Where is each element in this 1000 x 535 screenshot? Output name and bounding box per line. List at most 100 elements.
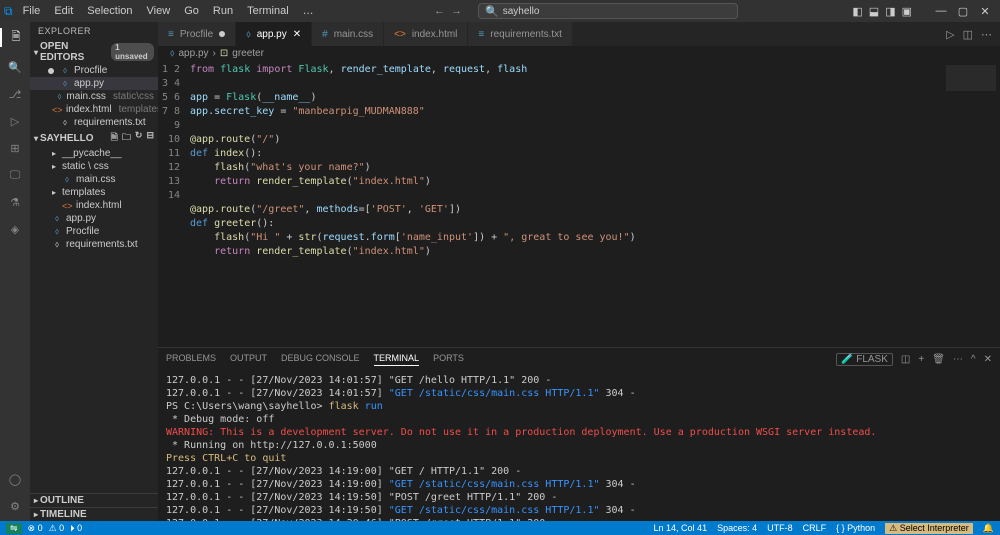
activity-bar: 🗎 🔍 ⎇ ▷ ⊞ 🖵 ⚗ ◈ ◯ ⚙ [0,22,30,521]
file-item[interactable]: ⬨requirements.txt [30,238,158,251]
folder-item[interactable]: ▸__pycache__ [30,147,158,160]
panel-tab-output[interactable]: OUTPUT [230,353,267,366]
open-editor-item[interactable]: ⬨Procfile [30,64,158,77]
menu-run[interactable]: Run [207,3,239,19]
language-mode[interactable]: { } Python [836,523,875,533]
ports-count[interactable]: ⏵ 0 [70,523,82,534]
folder-item[interactable]: ▸static \ css [30,160,158,173]
indentation[interactable]: Spaces: 4 [717,523,757,533]
close-icon[interactable]: ✕ [974,5,996,18]
titlebar: ⧉ FileEditSelectionViewGoRunTerminal… ← … [0,0,1000,22]
more-icon[interactable]: ⋯ [981,28,992,41]
nav-forward-icon[interactable]: → [451,5,462,17]
open-editor-item[interactable]: ⬨app.py [30,77,158,90]
extensions-icon[interactable]: ⊞ [10,142,19,155]
editor[interactable]: 1 2 3 4 5 6 7 8 9 10 11 12 13 14 from fl… [158,61,1000,347]
new-folder-icon[interactable]: 🗀 [122,130,131,146]
outline-header[interactable]: ▸OUTLINE [30,493,158,507]
file-icon: ⬨ [52,213,62,224]
testing-icon[interactable]: ⚗ [10,196,20,209]
chevron-icon: ▸ [52,149,56,158]
terminal-output[interactable]: 127.0.0.1 - - [27/Nov/2023 14:01:57] "GE… [158,370,1000,521]
more-terminal-icon[interactable]: ⋯ [953,354,963,365]
open-editor-item[interactable]: ⬨requirements.txt [30,116,158,129]
search-activity-icon[interactable]: 🔍 [8,61,22,74]
eol[interactable]: CRLF [803,523,827,533]
panel-tab-terminal[interactable]: TERMINAL [374,353,420,366]
code-content[interactable]: from flask import Flask, render_template… [190,61,940,347]
modified-dot-icon [48,68,54,74]
layout-bottom-icon[interactable]: ⬓ [869,5,879,18]
explorer-icon[interactable]: 🗎 [0,28,30,47]
folder-header[interactable]: ▾ SAYHELLO 🗎 🗀 ↻ ⊟ [30,129,158,147]
minimize-icon[interactable]: — [930,5,952,18]
open-editors-header[interactable]: ▾ OPEN EDITORS 1 unsaved [30,40,158,64]
layout-right-icon[interactable]: ◨ [885,5,895,18]
menu-…[interactable]: … [297,3,320,19]
sidebar-title: EXPLORER [30,22,158,40]
split-terminal-icon[interactable]: ◫ [901,354,910,365]
breadcrumb[interactable]: ⬨ app.py › ⊡ greeter [158,46,1000,61]
file-item[interactable]: <>index.html [30,199,158,212]
split-editor-icon[interactable]: ◫ [963,28,973,41]
folder-item[interactable]: ▸templates [30,186,158,199]
scm-icon[interactable]: ⎇ [9,88,22,101]
new-terminal-icon[interactable]: + [918,354,924,365]
maximize-panel-icon[interactable]: ^ [971,354,976,365]
search-input[interactable] [503,6,731,17]
timeline-header[interactable]: ▸TIMELINE [30,507,158,521]
terminal-process-label[interactable]: 🧪 flask [836,353,893,366]
new-file-icon[interactable]: 🗎 [111,130,118,146]
maximize-icon[interactable]: ▢ [952,5,974,18]
editor-tabs: ≡Procfile⬨app.py✕#main.css<>index.html≡r… [158,22,1000,46]
tab-main-css[interactable]: #main.css [312,22,384,46]
cursor-position[interactable]: Ln 14, Col 41 [654,523,708,533]
remote-indicator[interactable]: ⇋ [6,523,22,534]
menu-terminal[interactable]: Terminal [241,3,295,19]
panel-tab-debug console[interactable]: DEBUG CONSOLE [281,353,360,366]
encoding[interactable]: UTF-8 [767,523,793,533]
menu-edit[interactable]: Edit [48,3,79,19]
close-tab-icon[interactable]: ✕ [293,29,301,40]
vscode-logo-icon: ⧉ [4,4,13,19]
menu-file[interactable]: File [17,3,47,19]
minimap[interactable] [940,61,1000,347]
file-type-icon: ⬨ [246,29,251,40]
remote-explorer-icon[interactable]: 🖵 [10,169,21,182]
close-panel-icon[interactable]: ✕ [984,354,992,365]
account-icon[interactable]: ◯ [9,473,21,486]
file-icon: ⬨ [62,174,72,185]
symbol-icon: ⊡ [220,48,228,59]
run-icon[interactable]: ▷ [946,28,954,41]
notifications-icon[interactable]: 🔔 [983,523,994,534]
docker-icon[interactable]: ◈ [11,223,19,236]
open-editor-item[interactable]: ⬨main.cssstatic\css [30,90,158,103]
panel-tab-problems[interactable]: PROBLEMS [166,353,216,366]
file-item[interactable]: ⬨Procfile [30,225,158,238]
menu-go[interactable]: Go [178,3,205,19]
file-item[interactable]: ⬨app.py [30,212,158,225]
layout-custom-icon[interactable]: ▣ [902,5,912,18]
tab-index-html[interactable]: <>index.html [384,22,468,46]
kill-terminal-icon[interactable]: 🗑 [932,354,945,365]
file-item[interactable]: ⬨main.css [30,173,158,186]
command-center[interactable]: 🔍 [478,3,738,19]
warnings-count[interactable]: ⚠ 0 [49,523,65,534]
panel-tab-ports[interactable]: PORTS [433,353,464,366]
open-editors-label: OPEN EDITORS [40,41,107,63]
tab-app-py[interactable]: ⬨app.py✕ [236,22,312,46]
file-icon: ⬨ [60,78,70,89]
settings-icon[interactable]: ⚙ [10,500,20,513]
select-interpreter-button[interactable]: ⚠ Select Interpreter [885,523,973,534]
refresh-icon[interactable]: ↻ [135,130,143,146]
menu-view[interactable]: View [141,3,177,19]
debug-icon[interactable]: ▷ [11,115,19,128]
open-editor-item[interactable]: <>index.htmltemplates [30,103,158,116]
layout-left-icon[interactable]: ◧ [852,5,862,18]
menu-selection[interactable]: Selection [81,3,138,19]
nav-back-icon[interactable]: ← [434,5,445,17]
tab-Procfile[interactable]: ≡Procfile [158,22,236,46]
tab-requirements-txt[interactable]: ≡requirements.txt [468,22,573,46]
errors-count[interactable]: ⊗ 0 [28,523,43,534]
collapse-icon[interactable]: ⊟ [146,130,154,146]
